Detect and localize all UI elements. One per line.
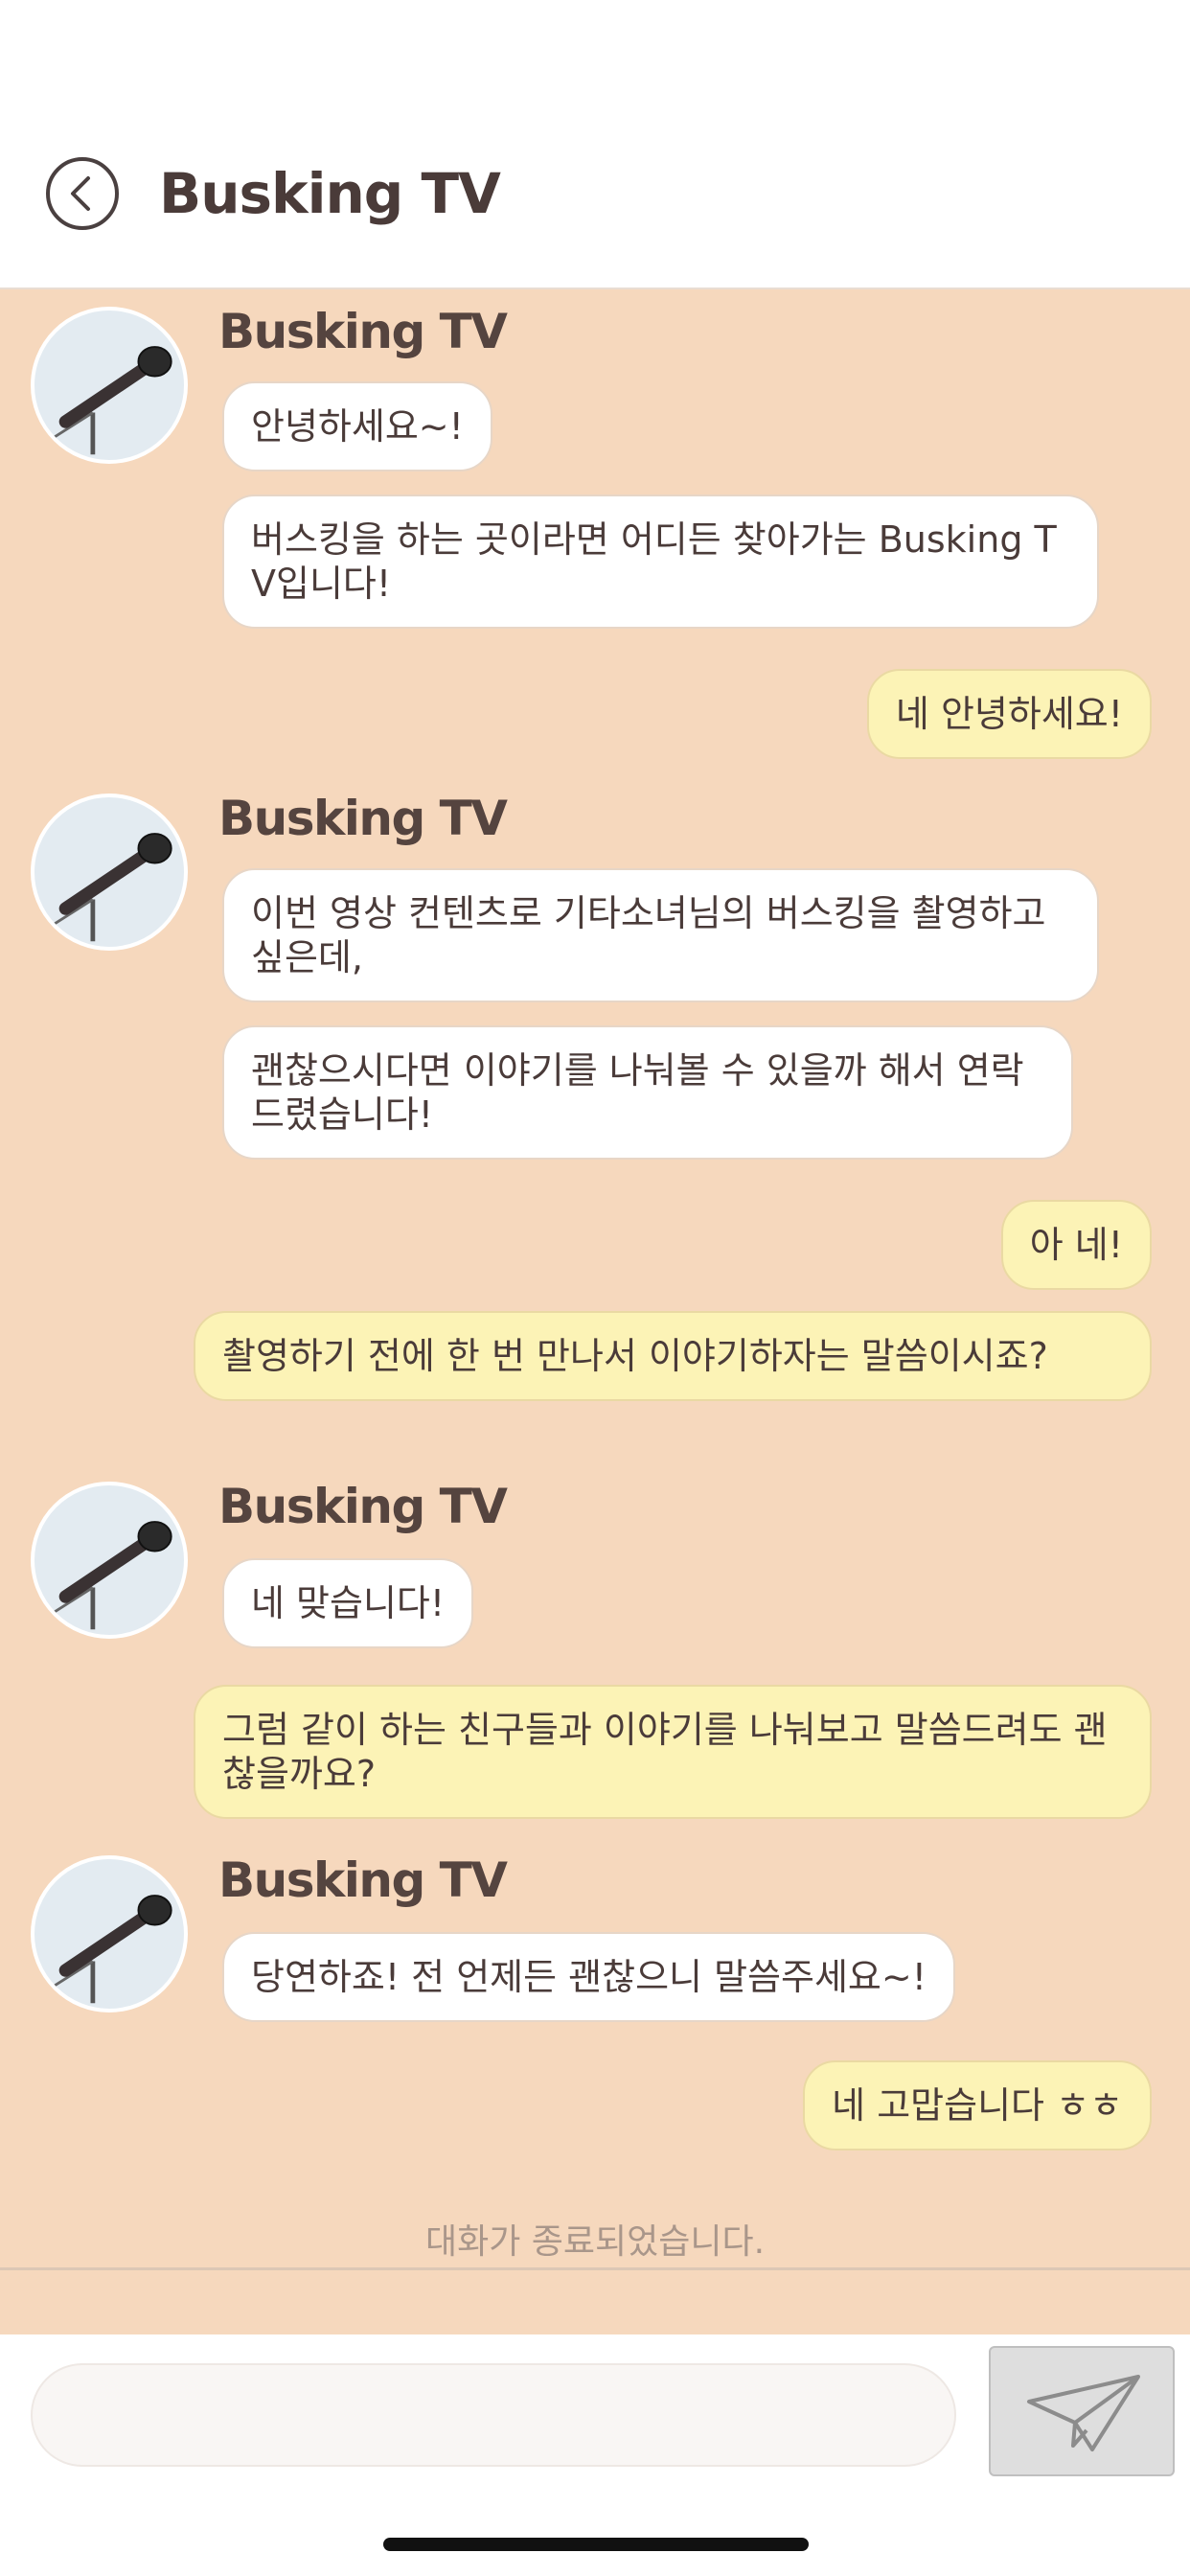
avatar[interactable] — [31, 1482, 188, 1639]
outgoing-message: 아 네! — [1000, 1200, 1152, 1290]
incoming-message: 버스킹을 하는 곳이라면 어디든 찾아가는 Busking TV입니다! — [222, 494, 1099, 629]
avatar[interactable] — [31, 1855, 188, 2012]
home-indicator — [383, 2538, 809, 2551]
outgoing-message: 네 안녕하세요! — [866, 669, 1152, 759]
incoming-message: 당연하죠! 전 언제든 괜찮으니 말씀주세요~! — [222, 1932, 955, 2022]
sender-name: Busking TV — [218, 304, 508, 359]
avatar[interactable] — [31, 794, 188, 951]
page-title: Busking TV — [159, 161, 501, 226]
divider — [0, 2267, 1190, 2270]
outgoing-message: 촬영하기 전에 한 번 만나서 이야기하자는 말씀이시죠? — [194, 1311, 1152, 1401]
chat-area[interactable]: Busking TV 안녕하세요~! 버스킹을 하는 곳이라면 어디든 찾아가는… — [0, 289, 1190, 2334]
chevron-left-icon — [71, 176, 90, 211]
outgoing-message: 네 고맙습니다 ㅎㅎ — [803, 2060, 1152, 2150]
back-button[interactable] — [46, 157, 119, 230]
conversation-ended-notice: 대화가 종료되었습니다. — [424, 2222, 766, 2262]
paper-plane-icon — [1027, 2375, 1140, 2451]
microphone-icon — [52, 1895, 172, 2004]
incoming-message: 이번 영상 컨텐츠로 기타소녀님의 버스킹을 촬영하고 싶은데, — [222, 868, 1099, 1002]
outgoing-message: 그럼 같이 하는 친구들과 이야기를 나눠보고 말씀드려도 괜찮을까요? — [194, 1685, 1152, 1819]
microphone-icon — [52, 833, 172, 942]
microphone-icon — [52, 346, 172, 455]
send-button[interactable] — [989, 2346, 1175, 2476]
sender-name: Busking TV — [218, 1479, 508, 1534]
sender-name: Busking TV — [218, 791, 508, 846]
message-input[interactable] — [31, 2363, 956, 2467]
microphone-icon — [52, 1521, 172, 1630]
incoming-message: 네 맞습니다! — [222, 1558, 474, 1648]
incoming-message: 괜찮으시다면 이야기를 나눠볼 수 있을까 해서 연락드렸습니다! — [222, 1025, 1073, 1160]
incoming-message: 안녕하세요~! — [222, 381, 492, 472]
avatar[interactable] — [31, 307, 188, 464]
app-header: Busking TV — [0, 0, 1190, 289]
sender-name: Busking TV — [218, 1852, 508, 1908]
